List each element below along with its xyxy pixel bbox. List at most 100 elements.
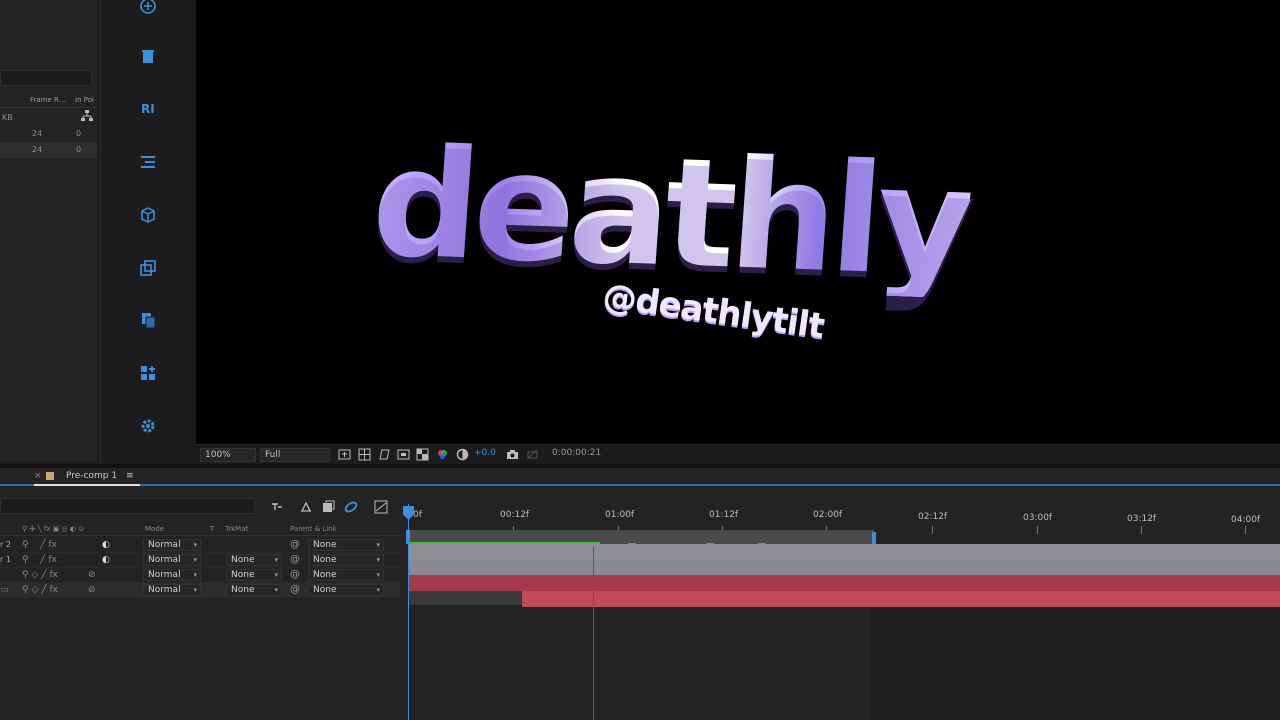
mode-value: Normal [148, 555, 181, 565]
col-t[interactable]: T [210, 525, 214, 533]
mask-icon[interactable] [378, 448, 391, 461]
trash-icon[interactable] [136, 44, 160, 68]
timecode[interactable]: 0:00:00:21 [552, 448, 601, 458]
col-in-point[interactable]: In Poi [75, 96, 94, 104]
adjustment-switch-icon[interactable]: ⊘ [88, 585, 96, 595]
ruler-tick [932, 526, 933, 534]
layer-row[interactable]: r 2 ⚲ ╱ fx ◐ Normal ▾ @ None ▾ [0, 538, 400, 553]
cube-icon[interactable] [136, 203, 160, 227]
mode-dropdown[interactable]: Normal ▾ [143, 539, 201, 551]
layer-track[interactable] [522, 591, 1280, 607]
row-in-point: 0 [76, 129, 82, 138]
parent-dropdown[interactable]: None ▾ [308, 584, 384, 596]
mode-value: Normal [148, 585, 181, 595]
layer-search-input[interactable] [0, 498, 255, 514]
layer-switches[interactable]: ⚲ ╱ fx [22, 540, 57, 550]
playhead-line [408, 504, 409, 720]
project-panel: Frame R... In Poi KB 24 0 24 0 [0, 0, 97, 462]
col-parent[interactable]: Parent & Link [290, 525, 337, 533]
flowchart-icon[interactable] [81, 110, 93, 122]
camera-icon[interactable] [506, 448, 519, 461]
hide-shy-icon[interactable] [321, 500, 335, 514]
text-ri-icon[interactable]: RI [136, 96, 160, 120]
pickwhip-icon[interactable]: @ [290, 554, 300, 565]
row-size: KB [2, 113, 13, 122]
project-row[interactable]: 24 0 [0, 142, 97, 158]
panel-menu-icon[interactable]: ≡ [126, 471, 134, 481]
parent-dropdown[interactable]: None ▾ [308, 569, 384, 581]
pickwhip-icon[interactable]: @ [290, 539, 300, 550]
trkmat-dropdown[interactable]: None ▾ [226, 569, 282, 581]
trkmat-dropdown[interactable]: None ▾ [226, 584, 282, 596]
zoom-dropdown[interactable]: 100% [200, 448, 256, 462]
pickwhip-icon[interactable]: @ [290, 569, 300, 580]
resolution-value: Full [260, 448, 330, 462]
layer-switches[interactable]: ⚲ ◇ ╱ fx [22, 585, 58, 595]
add-icon[interactable] [136, 0, 160, 18]
parent-dropdown[interactable]: None ▾ [308, 539, 384, 551]
copy-icon[interactable] [136, 308, 160, 332]
tab-pre-comp-1[interactable]: Pre-comp 1 ≡ [34, 468, 140, 486]
show-snapshot-icon[interactable] [526, 448, 539, 461]
work-area-end-handle[interactable] [872, 532, 876, 544]
parent-value: None [313, 540, 337, 550]
title-text: deathly [366, 116, 975, 311]
comp-color-icon [46, 472, 54, 480]
composition-mini-flowchart-icon[interactable] [270, 500, 284, 514]
motion-blur-switch-icon[interactable]: ◐ [102, 555, 110, 565]
motion-blur-switch-icon[interactable]: ◐ [102, 540, 110, 550]
ruler-label: 03:00f [1023, 513, 1053, 523]
pickwhip-icon[interactable]: @ [290, 584, 300, 595]
layer-switches[interactable]: ⚲ ◇ ╱ fx [22, 570, 58, 580]
duplicate-icon[interactable] [136, 256, 160, 280]
trkmat-dropdown[interactable]: None ▾ [226, 554, 282, 566]
col-frame-rate[interactable]: Frame R... [30, 96, 65, 104]
mode-dropdown[interactable]: Normal ▾ [143, 584, 201, 596]
layer-track[interactable] [408, 575, 1280, 591]
align-icon[interactable] [136, 150, 160, 174]
project-search-input[interactable] [0, 70, 92, 86]
layer-row[interactable]: ⚲ ◇ ╱ fx ⊘ Normal ▾ None ▾ @ None ▾ [0, 568, 400, 583]
layer-label-box[interactable]: ▭ [0, 585, 9, 595]
ruler-label: 0f [413, 510, 422, 520]
draft-3d-icon[interactable] [299, 500, 313, 514]
exposure-value[interactable]: +0.0 [474, 448, 496, 458]
resolution-dropdown[interactable]: Full [260, 448, 330, 462]
layer-track[interactable] [408, 560, 1280, 575]
grid-overlay-icon[interactable] [358, 448, 371, 461]
project-row[interactable]: 24 0 [0, 126, 97, 142]
region-icon[interactable] [397, 448, 410, 461]
ruler-tick [1037, 526, 1038, 534]
layer-track-empty [408, 591, 522, 605]
fit-icon[interactable] [338, 448, 351, 461]
switches-icons: ⚲ ✣ ╲ fx ▣ ◎ ◐ ⊙ [22, 525, 85, 533]
mode-value: Normal [148, 570, 181, 580]
row-in-point: 0 [76, 145, 82, 154]
mode-dropdown[interactable]: Normal ▾ [143, 569, 201, 581]
trkmat-value: None [231, 585, 255, 595]
mode-dropdown[interactable]: Normal ▾ [143, 554, 201, 566]
adjustment-switch-icon[interactable]: ⊘ [88, 570, 96, 580]
layer-name: r 1 [0, 555, 11, 564]
layer-row[interactable]: r 1 ⚲ ╱ fx ◐ Normal ▾ None ▾ @ None ▾ [0, 553, 400, 568]
graph-editor-icon[interactable] [374, 500, 388, 514]
trkmat-value: None [231, 555, 255, 565]
tool-strip [100, 0, 196, 462]
channels-icon[interactable] [436, 448, 449, 461]
ruler-label: 02:00f [813, 510, 843, 520]
col-mode[interactable]: Mode [145, 525, 164, 533]
ruler-tick [1245, 526, 1246, 534]
grid-add-icon[interactable] [136, 361, 160, 385]
exposure-icon[interactable] [456, 448, 469, 461]
layer-row[interactable]: ▭ ⚲ ◇ ╱ fx ⊘ Normal ▾ None ▾ @ None ▾ [0, 583, 400, 598]
gear-icon[interactable] [136, 414, 160, 438]
transparency-grid-icon[interactable] [416, 448, 429, 461]
row-frame-rate: 24 [32, 145, 43, 154]
motion-blur-icon[interactable] [344, 500, 358, 514]
layer-switches[interactable]: ⚲ ╱ fx [22, 555, 57, 565]
parent-dropdown[interactable]: None ▾ [308, 554, 384, 566]
zoom-value: 100% [200, 448, 256, 462]
layer-track[interactable] [408, 544, 1280, 560]
timeline-tab-bar: × Pre-comp 1 ≡ [0, 468, 1280, 486]
col-trkmat[interactable]: TrkMat [225, 525, 248, 533]
